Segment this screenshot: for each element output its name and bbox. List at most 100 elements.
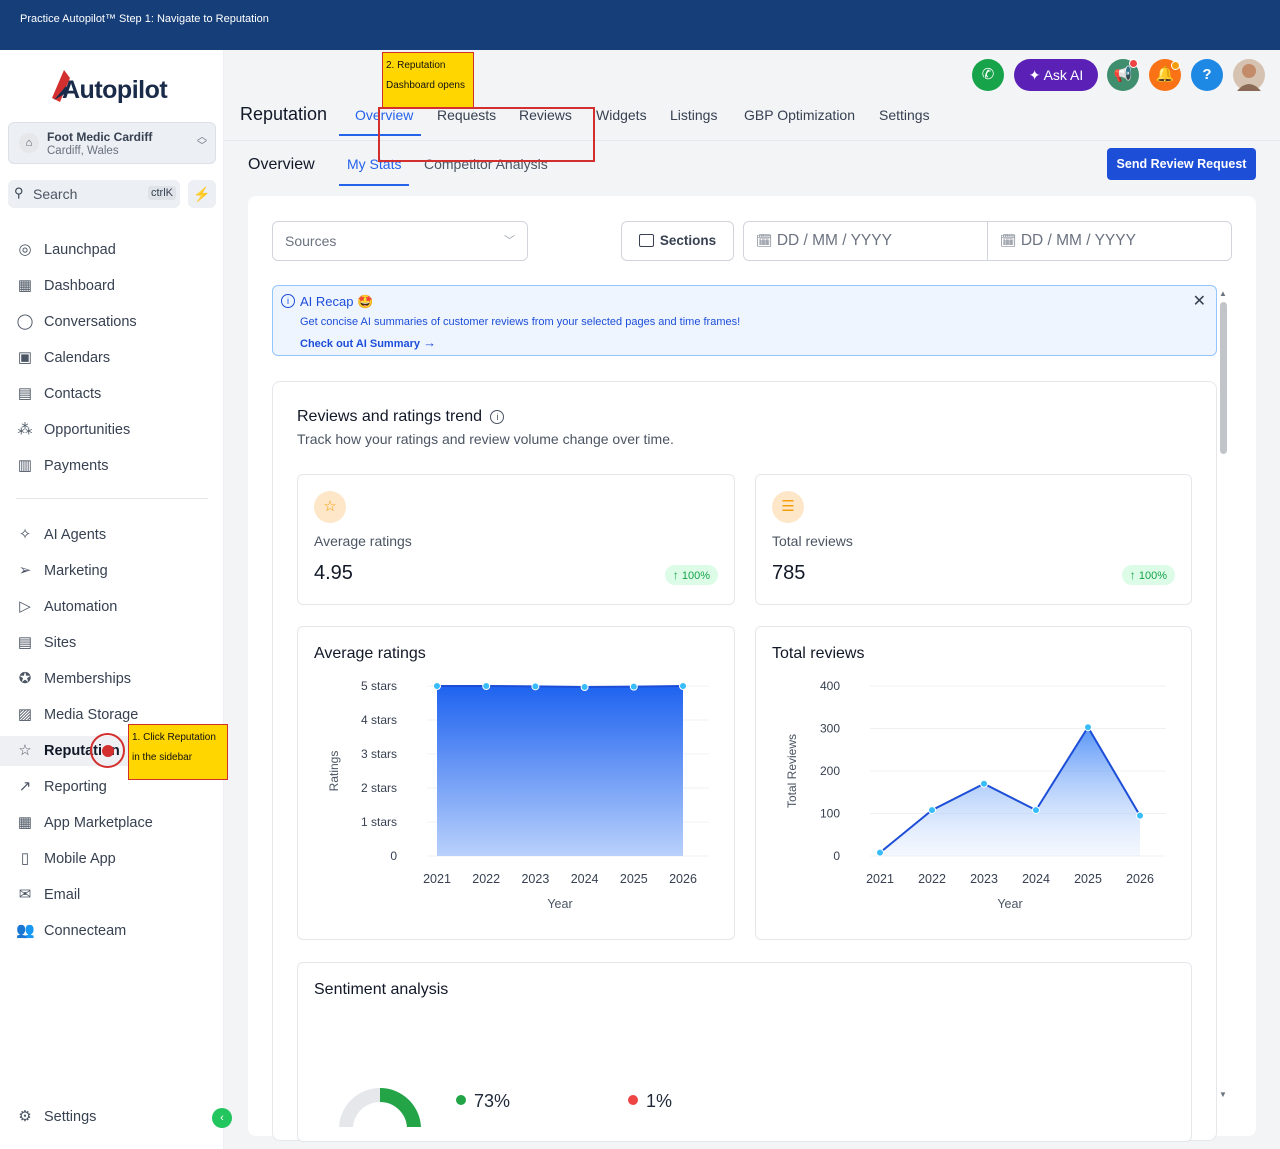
sidebar-item-contacts[interactable]: ▤ Contacts xyxy=(0,379,224,409)
scroll-down-arrow-icon[interactable]: ▼ xyxy=(1219,1090,1227,1099)
sidebar-item-label: Automation xyxy=(44,599,118,615)
sidebar-item-launchpad[interactable]: ◎ Launchpad xyxy=(0,235,224,265)
sidebar-item-label: Sites xyxy=(44,635,77,651)
data-point[interactable] xyxy=(580,683,589,692)
sidebar-item-payments[interactable]: ▥ Payments xyxy=(0,451,224,481)
positive-value: 73% xyxy=(474,1091,511,1111)
sidebar-item-calendars[interactable]: ▣ Calendars xyxy=(0,343,224,373)
sidebar-item-marketing[interactable]: ➢ Marketing xyxy=(0,556,224,586)
tab-listings[interactable]: Listings xyxy=(670,107,717,123)
x-tick-label: 2022 xyxy=(918,872,946,886)
notification-dot xyxy=(1129,59,1138,68)
avatar[interactable] xyxy=(1233,59,1265,91)
quick-action-bolt-icon[interactable]: ⚡ xyxy=(188,180,216,208)
date-from-input[interactable]: 🗓 DD / MM / YYYY xyxy=(743,221,988,261)
sidebar-item-mobile-app[interactable]: ▯ Mobile App xyxy=(0,844,224,874)
user-avatar-icon xyxy=(1237,64,1261,91)
collapse-sidebar-chevron-icon[interactable]: ‹ xyxy=(212,1108,232,1128)
average-ratings-card: ☆ Average ratings 4.95 ↑ 100% xyxy=(297,474,735,605)
x-tick-label: 2021 xyxy=(423,872,451,886)
ask-ai-button[interactable]: ✦ Ask AI xyxy=(1014,59,1098,91)
change-badge: ↑ 100% xyxy=(664,565,718,585)
scrollbar-thumb[interactable] xyxy=(1220,302,1227,454)
search-icon: ⚲ xyxy=(14,185,24,200)
sidebar-item-automation[interactable]: ▷ Automation xyxy=(0,592,224,622)
tab-gbp-optimization[interactable]: GBP Optimization xyxy=(744,107,855,123)
x-tick-label: 2026 xyxy=(669,872,697,886)
help-icon[interactable]: ? xyxy=(1191,59,1223,91)
average-ratings-chart: 0 1 stars 2 stars 3 stars 4 stars 5 stars 2021… xyxy=(327,679,709,911)
window-title-bar: Practice Autopilot™ Step 1: Navigate to … xyxy=(0,0,1280,50)
search-input[interactable]: ⚲ Search ctrlK xyxy=(8,180,180,208)
tab-settings[interactable]: Settings xyxy=(879,107,930,123)
data-point[interactable] xyxy=(482,682,491,690)
sidebar-item-memberships[interactable]: ✪ Memberships xyxy=(0,664,224,694)
sidebar-divider xyxy=(16,498,208,499)
sidebar-item-ai-agents[interactable]: ✧ AI Agents xyxy=(0,520,224,550)
stat-label: Total reviews xyxy=(772,533,853,549)
sidebar-item-label: Dashboard xyxy=(44,278,115,294)
contacts-icon: ▤ xyxy=(17,385,33,402)
sections-button[interactable]: Sections xyxy=(621,221,734,261)
sidebar-item-dashboard[interactable]: ▦ Dashboard xyxy=(0,271,224,301)
phone-call-icon[interactable]: ✆ xyxy=(972,59,1004,91)
sidebar-item-label: App Marketplace xyxy=(44,815,153,831)
close-icon[interactable]: ✕ xyxy=(1193,291,1206,311)
receipt-icon: ▥ xyxy=(17,457,33,474)
data-point[interactable] xyxy=(629,682,638,691)
location-address: Cardiff, Wales xyxy=(47,145,119,157)
sentiment-card: Sentiment analysis 73% 1% xyxy=(297,962,1192,1142)
sidebar-item-label: Payments xyxy=(44,458,109,474)
location-name: Foot Medic Cardiff xyxy=(47,130,153,144)
stat-value: 785 xyxy=(772,562,806,584)
sidebar-item-opportunities[interactable]: ⁂ Opportunities xyxy=(0,415,224,445)
sidebar-item-settings[interactable]: ⚙ Settings xyxy=(0,1102,224,1132)
tab-widgets[interactable]: Widgets xyxy=(596,107,647,123)
y-tick-label: 3 stars xyxy=(361,747,397,761)
network-icon: ⁂ xyxy=(17,421,33,438)
x-axis-label: Year xyxy=(997,897,1022,911)
stat-label: Average ratings xyxy=(314,533,412,549)
data-point[interactable] xyxy=(928,806,936,815)
sidebar-item-email[interactable]: ✉ Email xyxy=(0,880,224,910)
data-point[interactable] xyxy=(876,848,884,857)
total-reviews-chart: 0 100 200 300 400 2021 2022 2023 2024 2025 2026 Yea… xyxy=(785,679,1166,911)
y-tick-label: 0 xyxy=(833,849,840,863)
y-tick-label: 5 stars xyxy=(361,679,397,693)
location-switcher[interactable]: ⌂ Foot Medic Cardiff Cardiff, Wales ︿ ﹀ xyxy=(8,122,216,164)
data-point[interactable] xyxy=(1032,806,1040,815)
trend-title-text: Reviews and ratings trend xyxy=(297,408,482,425)
annotation-highlight-tabs xyxy=(378,107,595,162)
ai-summary-link-label: Check out AI Summary xyxy=(300,338,421,350)
phone-icon: ▯ xyxy=(20,850,30,867)
scroll-up-arrow-icon[interactable]: ▲ xyxy=(1219,289,1227,298)
date-to-input[interactable]: 🗓 DD / MM / YYYY xyxy=(987,221,1232,261)
data-point[interactable] xyxy=(1084,723,1092,732)
sidebar-item-app-marketplace[interactable]: ▦ App Marketplace xyxy=(0,808,224,838)
data-point[interactable] xyxy=(679,682,687,690)
positive-dot xyxy=(456,1095,466,1105)
sidebar-item-conversations[interactable]: ◯ Conversations xyxy=(0,307,224,337)
apps-icon: ▦ xyxy=(17,814,33,831)
x-tick-label: 2022 xyxy=(472,872,500,886)
sources-dropdown[interactable]: Sources ﹀ xyxy=(272,221,528,261)
series-area xyxy=(880,727,1140,856)
sidebar-item-label: Reporting xyxy=(44,779,107,795)
mail-icon: ✉ xyxy=(18,886,32,903)
sidebar-item-connecteam[interactable]: 👥 Connecteam xyxy=(0,916,224,946)
team-icon: 👥 xyxy=(16,922,35,939)
data-point[interactable] xyxy=(980,779,988,788)
info-icon[interactable]: i xyxy=(490,410,505,424)
bell-badge-dot xyxy=(1171,61,1180,70)
ai-summary-link[interactable]: Check out AI Summary → xyxy=(300,335,436,350)
location-icon: ⌂ xyxy=(19,133,39,153)
data-point[interactable] xyxy=(1136,811,1144,820)
send-review-request-button[interactable]: Send Review Request xyxy=(1107,148,1256,180)
data-point[interactable] xyxy=(433,682,441,690)
y-axis-label: Ratings xyxy=(327,751,341,792)
y-tick-label: 4 stars xyxy=(361,713,397,727)
series-area xyxy=(437,686,683,856)
data-point[interactable] xyxy=(531,682,540,691)
sidebar-item-sites[interactable]: ▤ Sites xyxy=(0,628,224,658)
help-label: ? xyxy=(1202,66,1212,83)
